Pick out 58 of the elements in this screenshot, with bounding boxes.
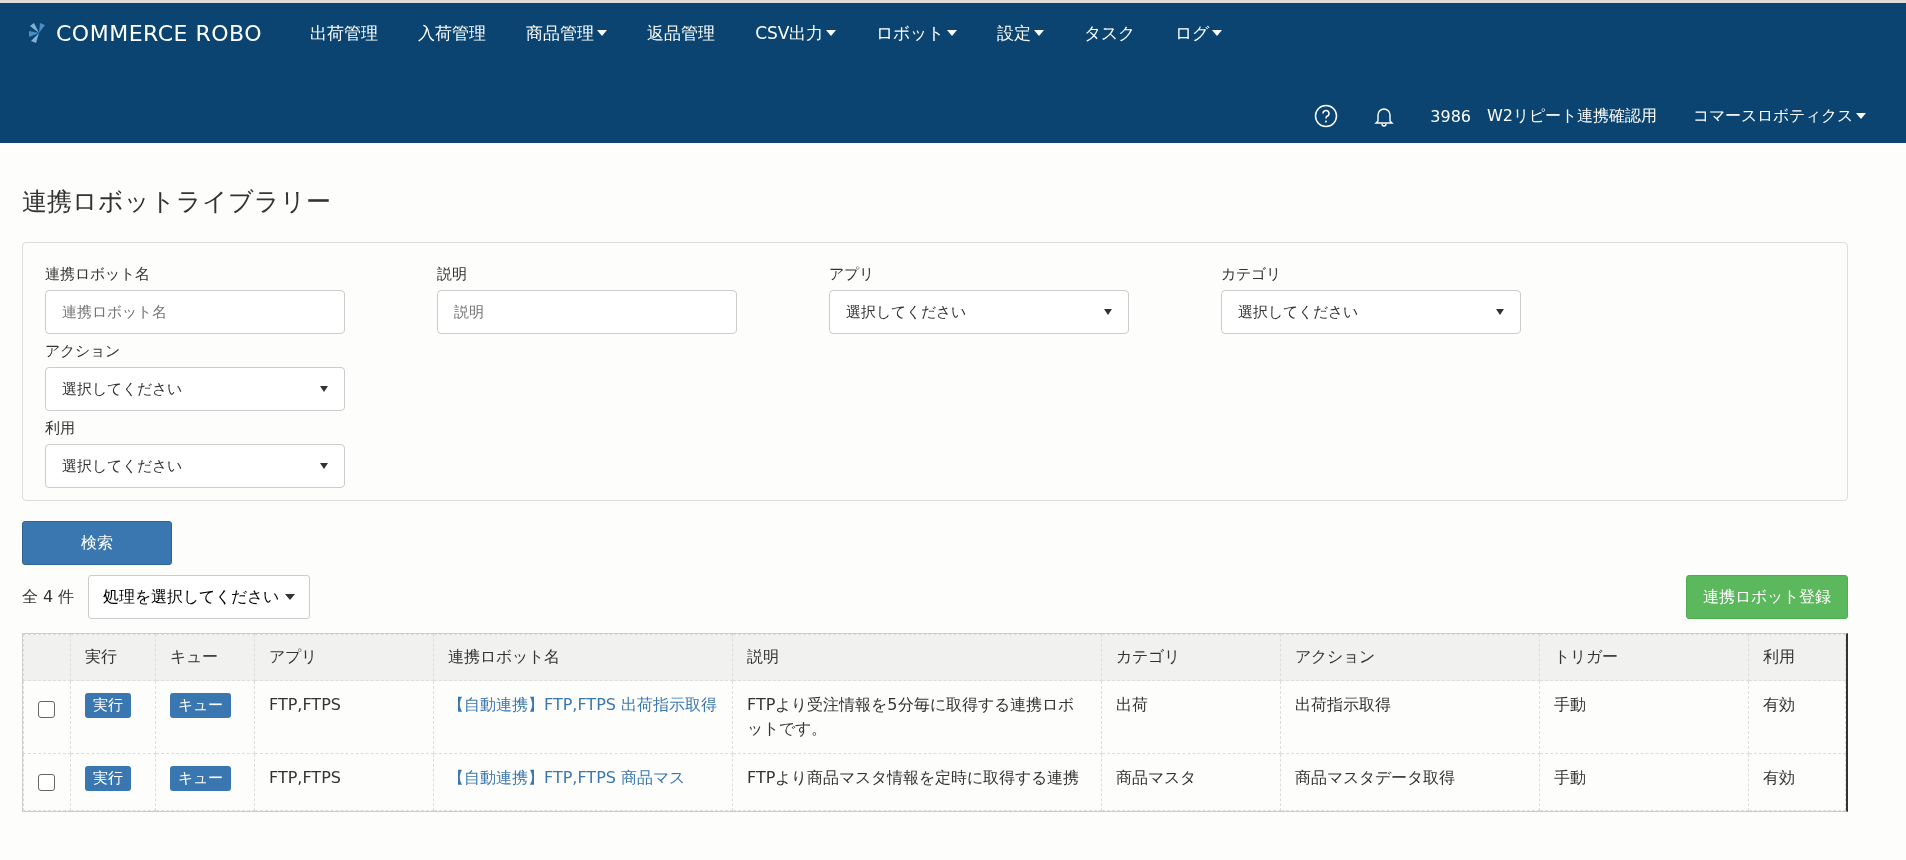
queue-button[interactable]: キュー <box>170 693 231 718</box>
nav-menu-item[interactable]: 入荷管理 <box>418 21 487 45</box>
input-field[interactable]: 説明 <box>437 290 737 334</box>
table-cell: 出荷指示取得 <box>1295 695 1391 714</box>
column-header: 説明 <box>732 634 1102 681</box>
logo-text[interactable]: COMMERCE ROBO <box>56 20 263 46</box>
column-header: アクション <box>1280 634 1540 681</box>
field-label: 連携ロボット名 <box>45 265 151 284</box>
column-header: アプリ <box>254 634 434 681</box>
run-button[interactable]: 実行 <box>85 766 131 791</box>
queue-button[interactable]: キュー <box>170 766 231 791</box>
help-icon[interactable] <box>1314 104 1339 128</box>
nav-menu-item[interactable]: CSV出力 <box>755 21 837 45</box>
column-header: カテゴリ <box>1101 634 1281 681</box>
column-header: キュー <box>155 634 255 681</box>
column-header: 実行 <box>70 634 156 681</box>
page-title: 連携ロボットライブラリー <box>22 186 332 218</box>
table-cell: FTP,FTPS <box>269 768 341 787</box>
nav-menu-item[interactable]: ロボット <box>876 21 958 45</box>
nav-menu-item[interactable]: 出荷管理 <box>310 21 379 45</box>
bulk-action-dropdown[interactable]: 処理を選択してください <box>88 575 311 619</box>
field-label: 説明 <box>437 265 468 284</box>
nav-menu-item[interactable]: 商品管理 <box>526 21 608 45</box>
field-label: カテゴリ <box>1221 265 1282 284</box>
table-cell: 出荷 <box>1116 695 1148 714</box>
input-field[interactable]: 連携ロボット名 <box>45 290 345 334</box>
notification-bell-icon[interactable] <box>1374 105 1395 127</box>
select-dropdown[interactable]: 選択してください <box>45 367 345 411</box>
table-cell: 有効 <box>1763 695 1795 714</box>
column-header: 連携ロボット名 <box>433 634 733 681</box>
table-cell: 有効 <box>1763 768 1795 787</box>
field-label: 利用 <box>45 419 76 438</box>
table-cell: 手動 <box>1554 695 1586 714</box>
row-checkbox[interactable] <box>38 701 55 718</box>
table-cell: FTP,FTPS <box>269 695 341 714</box>
select-dropdown[interactable]: 選択してください <box>45 444 345 488</box>
column-header: 利用 <box>1748 634 1846 681</box>
search-button[interactable]: 検索 <box>22 521 172 565</box>
field-label: アプリ <box>829 265 875 284</box>
table-cell: 商品マスタデータ取得 <box>1295 768 1455 787</box>
field-label: アクション <box>45 342 121 361</box>
nav-menu-item[interactable]: ログ <box>1175 21 1223 45</box>
account-id: 3986 <box>1430 106 1471 126</box>
table-cell: 商品マスタ <box>1116 768 1196 787</box>
run-button[interactable]: 実行 <box>85 693 131 718</box>
table-cell: FTPより受注情報を5分毎に取得する連携ロボットです。 <box>747 695 1074 738</box>
table-cell: FTPより商品マスタ情報を定時に取得する連携 <box>747 768 1080 787</box>
table-cell: 手動 <box>1554 768 1586 787</box>
shop-name: W2リピート連携確認用 <box>1487 105 1657 127</box>
select-dropdown[interactable]: 選択してください <box>1221 290 1521 334</box>
nav-menu-item[interactable]: タスク <box>1084 21 1136 45</box>
nav-menu-item[interactable]: 設定 <box>997 21 1045 45</box>
column-header: トリガー <box>1539 634 1749 681</box>
row-checkbox[interactable] <box>38 774 55 791</box>
user-menu[interactable]: コマースロボティクス <box>1693 105 1866 127</box>
result-count: 全 4 件 <box>22 586 75 608</box>
select-dropdown[interactable]: 選択してください <box>829 290 1129 334</box>
nav-menu-item[interactable]: 返品管理 <box>647 21 716 45</box>
